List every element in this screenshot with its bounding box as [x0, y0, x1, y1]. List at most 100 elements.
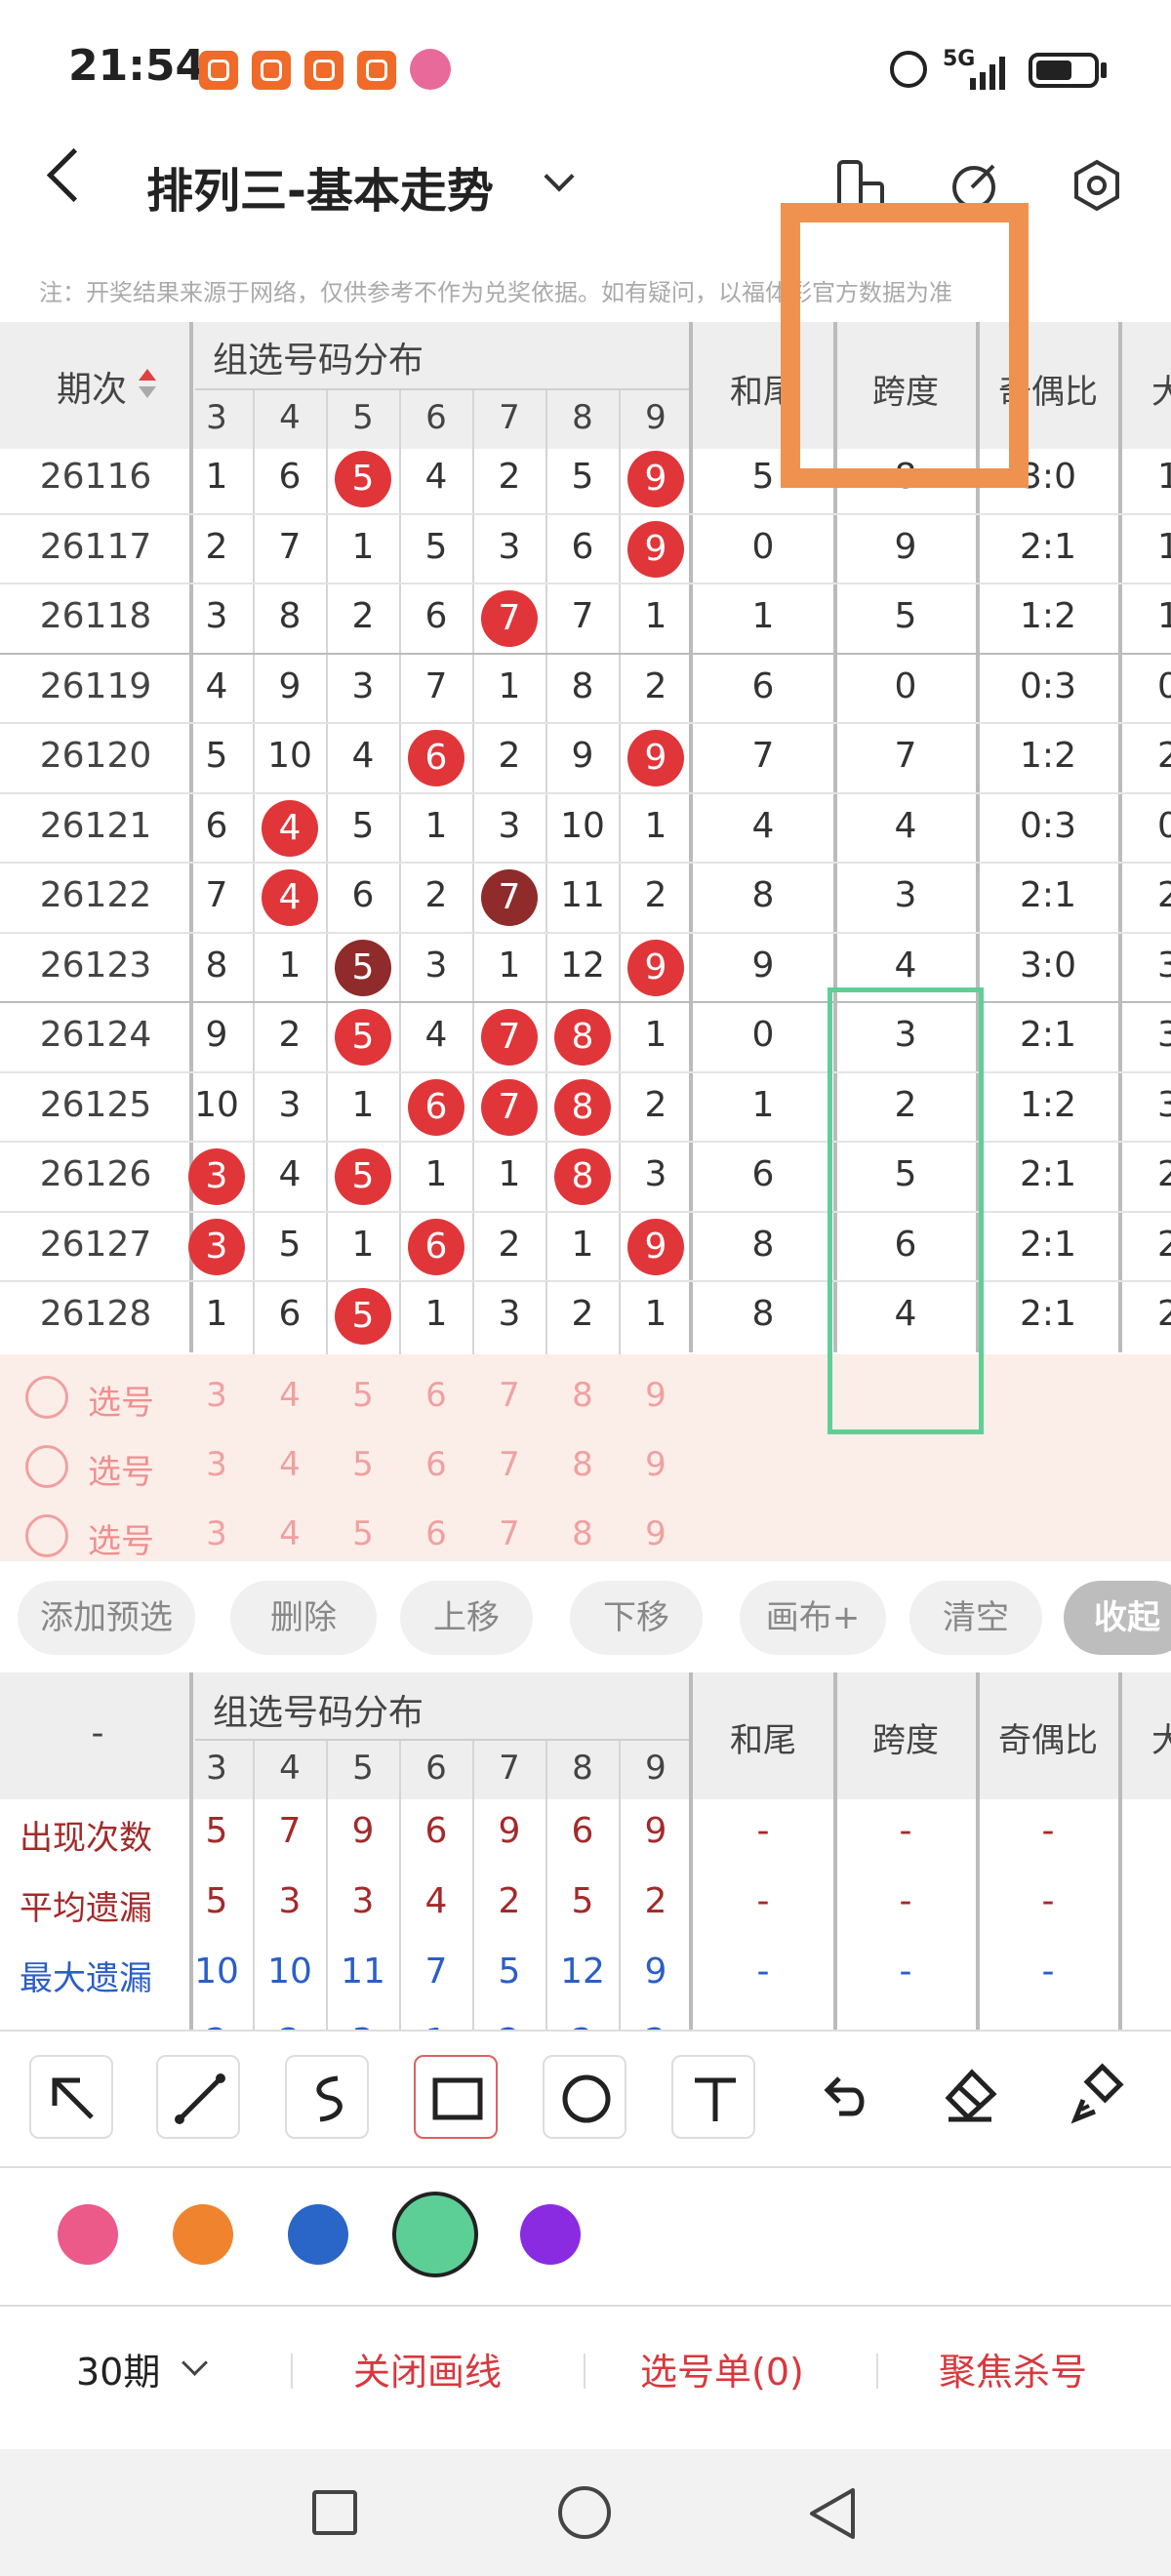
- digit-column-header: 5: [352, 398, 374, 437]
- pick-label[interactable]: 选号: [88, 1376, 154, 1424]
- action-button-6[interactable]: 收起: [1064, 1581, 1171, 1655]
- color-swatch[interactable]: [58, 2204, 118, 2265]
- pick-digit[interactable]: 3: [187, 1376, 246, 1415]
- color-swatch[interactable]: [288, 2204, 348, 2265]
- pick-digit[interactable]: 3: [187, 1514, 246, 1553]
- row-divider: [0, 791, 1171, 794]
- eraser-icon[interactable]: [927, 2055, 1011, 2139]
- pick-digit[interactable]: 7: [480, 1514, 539, 1553]
- pick-digit[interactable]: 4: [261, 1445, 319, 1484]
- green-annotation-rectangle: [828, 987, 984, 1434]
- pick-digit[interactable]: 6: [407, 1514, 465, 1553]
- miss-cell: 2: [571, 1294, 594, 1334]
- arrow-icon[interactable]: [29, 2055, 113, 2139]
- color-swatch[interactable]: [520, 2204, 581, 2265]
- action-button-5[interactable]: 清空: [909, 1581, 1042, 1655]
- hit-ball: 7: [481, 869, 538, 926]
- pick-digit[interactable]: 6: [407, 1445, 465, 1484]
- undo-icon[interactable]: [800, 2055, 884, 2139]
- miss-cell: 1: [351, 1084, 375, 1125]
- stats-value: 9: [498, 1811, 521, 1851]
- stats-dash: -: [756, 1881, 770, 1921]
- stats-row-label: 最大遗漏: [20, 1959, 152, 1998]
- color-swatch[interactable]: [392, 2192, 478, 2277]
- pick-digit[interactable]: 8: [553, 1445, 612, 1484]
- close-drawing-button[interactable]: 关闭画线: [353, 2342, 502, 2395]
- pick-digit[interactable]: 9: [626, 1376, 685, 1415]
- odd-even-cell: 2:1: [1020, 1015, 1076, 1055]
- miss-cell: 2: [498, 1224, 521, 1265]
- chevron-down-icon[interactable]: [182, 2350, 208, 2376]
- miss-cell: 6: [278, 1294, 302, 1334]
- settings-icon[interactable]: [1068, 156, 1126, 215]
- sum-tail-cell: 6: [751, 665, 775, 706]
- action-button-2[interactable]: 上移: [400, 1581, 533, 1655]
- pick-digit[interactable]: 5: [334, 1376, 392, 1415]
- circle-icon[interactable]: [543, 2055, 626, 2139]
- miss-cell: 1: [424, 1154, 448, 1194]
- miss-cell: 1: [498, 665, 521, 706]
- pick-digit[interactable]: 8: [553, 1376, 612, 1415]
- pick-digit[interactable]: 5: [334, 1514, 392, 1553]
- pick-digit[interactable]: 9: [626, 1445, 685, 1484]
- focus-kill-button[interactable]: 聚焦杀号: [939, 2342, 1087, 2395]
- miss-cell: 1: [205, 457, 228, 497]
- digit-column-header: 7: [499, 398, 520, 437]
- pick-list-button[interactable]: 选号单(0): [640, 2342, 804, 2395]
- pick-radio[interactable]: [25, 1514, 68, 1557]
- period-cell: 26126: [39, 1154, 152, 1194]
- battery-tip: [1101, 62, 1107, 78]
- pick-label[interactable]: 选号: [88, 1445, 154, 1493]
- pick-digit[interactable]: 8: [553, 1514, 612, 1553]
- freehand-icon[interactable]: [285, 2055, 369, 2139]
- stats-dash: -: [1041, 1952, 1055, 1992]
- pick-digit[interactable]: 4: [261, 1514, 319, 1553]
- sort-desc-icon[interactable]: [139, 386, 156, 398]
- miss-cell: 3: [644, 1154, 667, 1194]
- pick-radio[interactable]: [25, 1376, 68, 1419]
- back-nav-icon[interactable]: [806, 2486, 859, 2541]
- period-selector[interactable]: 30期: [76, 2342, 160, 2395]
- rectangle-icon[interactable]: [414, 2055, 498, 2139]
- action-button-0[interactable]: 添加预选: [18, 1581, 195, 1655]
- pick-digit[interactable]: 6: [407, 1376, 465, 1415]
- pick-digit[interactable]: 4: [261, 1376, 319, 1415]
- sum-tail-cell: 8: [751, 1294, 775, 1334]
- miss-cell: 5: [571, 457, 594, 497]
- chevron-down-icon[interactable]: [544, 161, 575, 192]
- big-small-cell: 3: [1157, 1084, 1171, 1125]
- sum-tail-cell: 8: [751, 1224, 775, 1265]
- sum-tail-cell: 0: [751, 526, 775, 567]
- pick-digit[interactable]: 7: [480, 1445, 539, 1484]
- stats-dash: -: [899, 1811, 912, 1851]
- back-icon[interactable]: [46, 147, 101, 203]
- miss-cell: 10: [560, 805, 605, 846]
- sort-icon[interactable]: [139, 369, 156, 381]
- color-swatch[interactable]: [173, 2204, 233, 2265]
- miss-cell: 8: [278, 596, 302, 636]
- column-divider: [833, 1672, 837, 2030]
- digit-column-header: 8: [572, 1749, 593, 1788]
- page-title[interactable]: 排列三-基本走势: [146, 152, 494, 221]
- odd-even-cell: 2:1: [1020, 526, 1076, 567]
- odd-even-cell: 3:0: [1020, 945, 1076, 986]
- period-cell: 26128: [39, 1294, 152, 1334]
- big-small-cell: 2: [1157, 875, 1171, 915]
- pick-digit[interactable]: 3: [187, 1445, 246, 1484]
- action-button-3[interactable]: 下移: [570, 1581, 703, 1655]
- clear-brush-icon[interactable]: [1054, 2055, 1138, 2139]
- notification-icon: [252, 51, 291, 90]
- pick-radio[interactable]: [25, 1445, 68, 1488]
- action-button-1[interactable]: 删除: [230, 1581, 377, 1655]
- action-button-4[interactable]: 画布+: [740, 1581, 886, 1655]
- pick-digit[interactable]: 5: [334, 1445, 392, 1484]
- pick-digit[interactable]: 7: [480, 1376, 539, 1415]
- miss-cell: 10: [267, 736, 312, 776]
- text-icon[interactable]: [671, 2055, 755, 2139]
- odd-even-cell: 1:2: [1020, 736, 1076, 776]
- pick-label[interactable]: 选号: [88, 1514, 154, 1562]
- recent-apps-icon[interactable]: [312, 2490, 357, 2535]
- line-icon[interactable]: [156, 2055, 240, 2139]
- pick-digit[interactable]: 9: [626, 1514, 685, 1553]
- home-icon[interactable]: [558, 2486, 611, 2539]
